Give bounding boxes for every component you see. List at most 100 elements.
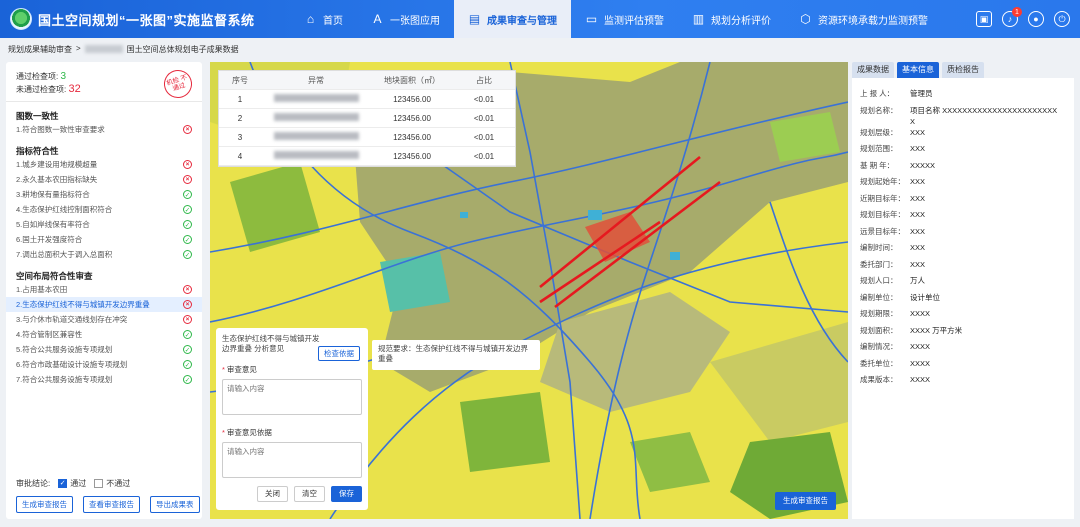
info-value: XXXX xyxy=(910,375,931,384)
check-item-label: 1.城乡建设用地规模超量 xyxy=(16,160,98,169)
info-value: XXX xyxy=(910,226,926,236)
export-results-button[interactable]: 导出成果表 xyxy=(150,496,200,513)
info-value: 项目名称 XXXXXXXXXXXXXXXXXXXXXXXX xyxy=(910,105,1058,126)
app-title: 国土空间规划“一张图”实施监督系统 xyxy=(38,12,255,28)
info-value: XXX xyxy=(910,177,926,186)
info-row: 基 期 年： XXXXX xyxy=(860,160,1066,177)
check-fail-icon: × xyxy=(183,315,192,324)
check-fail-icon: × xyxy=(183,160,192,169)
info-row: 规划范围： XXX xyxy=(860,143,1066,160)
notification-badge: 1 xyxy=(1012,7,1022,17)
info-value: XXXX xyxy=(910,309,931,318)
info-key: 规划面积： xyxy=(860,325,898,335)
info-row: 规划期限： XXXX xyxy=(860,308,1066,325)
check-item[interactable]: 3.耕地保有量指标符合 ✓ xyxy=(6,187,202,202)
bell-icon[interactable]: ♪ 1 xyxy=(1002,7,1022,27)
approval-conclusion: 审批结论: ✓ 通过 不通过 xyxy=(16,478,130,489)
nav-item-4[interactable]: ▥ 规划分析评价 xyxy=(678,0,785,38)
check-item[interactable]: 5.自如岸线保有率符合 ✓ xyxy=(6,217,202,232)
check-pass-icon: ✓ xyxy=(183,330,192,339)
nav-item-1[interactable]: A 一张图应用 xyxy=(357,0,454,38)
approval-pass-option[interactable]: ✓ 通过 xyxy=(58,478,86,489)
check-pass-icon: ✓ xyxy=(183,205,192,214)
info-value: XXXX xyxy=(910,342,931,351)
screen-icon[interactable]: ▣ xyxy=(976,11,992,27)
table-row[interactable]: 4 123456.00 <0.01 xyxy=(219,147,515,166)
checkbox-empty-icon[interactable] xyxy=(94,479,104,489)
info-tab[interactable]: 基本信息 xyxy=(897,62,939,78)
conflict-table: 序号 异常 地块面积（㎡） 占比 1 123456.00 <0.01 2 123456.… xyxy=(218,70,516,167)
nav-item-label: 规划分析评价 xyxy=(711,15,771,27)
review-opinion-input[interactable] xyxy=(222,379,362,415)
info-row: 规划人口： 万人 xyxy=(860,275,1066,292)
check-item[interactable]: 7.符合公共服务设施专项规划 ✓ xyxy=(6,372,202,387)
generate-report-button[interactable]: 生成审查报告 xyxy=(16,496,73,513)
nav-item-2[interactable]: ▤ 成果审查与管理 xyxy=(454,0,571,38)
info-key: 上 报 人： xyxy=(860,89,895,98)
power-icon[interactable]: ⏻ xyxy=(1054,11,1070,27)
save-button[interactable]: 保存 xyxy=(331,486,362,502)
check-item-label: 5.自如岸线保有率符合 xyxy=(16,220,90,229)
info-value: XXXX xyxy=(910,358,931,368)
check-basis-button[interactable]: 检查依据 xyxy=(318,346,360,361)
check-pass-icon: ✓ xyxy=(183,190,192,199)
info-value: XXX xyxy=(910,127,926,137)
table-header-row: 序号 异常 地块面积（㎡） 占比 xyxy=(219,71,515,90)
table-row[interactable]: 2 123456.00 <0.01 xyxy=(219,109,515,128)
check-item-label: 2.生态保护红线不得与城镇开发边界重叠 xyxy=(16,300,150,309)
check-item[interactable]: 1.符合图数一致性审查要求 × xyxy=(6,122,202,137)
main-nav: ⌂ 首页 A 一张图应用 ▤ 成果审查与管理 ▭ 监测评估预警 ▥ 规划分析评价 ⬡ 资源环境承载力监… xyxy=(290,0,942,38)
clear-button[interactable]: 清空 xyxy=(294,486,325,502)
table-cell: 123456.00 xyxy=(393,151,431,161)
check-pass-icon: ✓ xyxy=(183,375,192,384)
check-item[interactable]: 6.符合市政基础设计设施专项规划 ✓ xyxy=(6,357,202,372)
info-tab[interactable]: 质检报告 xyxy=(942,62,984,78)
check-item[interactable]: 4.生态保护红线控制面积符合 ✓ xyxy=(6,202,202,217)
info-tab[interactable]: 成果数据 xyxy=(852,62,894,78)
map-generate-report-button[interactable]: 生成审查报告 xyxy=(775,492,836,510)
nav-item-5[interactable]: ⬡ 资源环境承载力监测预警 xyxy=(785,0,942,38)
approval-fail-option[interactable]: 不通过 xyxy=(94,478,130,489)
check-item-label: 1.符合图数一致性审查要求 xyxy=(16,125,105,134)
nav-item-3[interactable]: ▭ 监测评估预警 xyxy=(571,0,678,38)
close-button[interactable]: 关闭 xyxy=(257,486,288,502)
info-value: 设计单位 xyxy=(910,292,940,302)
col-index: 序号 xyxy=(232,75,248,85)
breadcrumb-root[interactable]: 规划成果辅助审查 xyxy=(8,44,72,55)
info-value: XXXXX xyxy=(910,160,936,170)
info-value: 万人 xyxy=(910,276,925,285)
check-item[interactable]: 1.占用基本农田 × xyxy=(6,282,202,297)
passed-label: 通过检查项: xyxy=(16,72,59,81)
table-cell: <0.01 xyxy=(473,113,495,123)
check-item[interactable]: 2.永久基本农田指标缺失 × xyxy=(6,172,202,187)
check-item[interactable]: 7.调出总面积大于调入总面积 ✓ xyxy=(6,247,202,262)
check-item[interactable]: 2.生态保护红线不得与城镇开发边界重叠 × xyxy=(6,297,202,312)
header-actions: ▣ ♪ 1 ● ⏻ xyxy=(976,0,1070,38)
check-item[interactable]: 4.符合管制区兼容性 ✓ xyxy=(6,327,202,342)
info-row: 上 报 人： 管理员 xyxy=(860,88,1066,105)
check-fail-icon: × xyxy=(183,300,192,309)
table-cell: <0.01 xyxy=(473,132,495,142)
table-row[interactable]: 1 123456.00 <0.01 xyxy=(219,90,515,109)
user-icon[interactable]: ● xyxy=(1028,11,1044,27)
checkbox-checked-icon[interactable]: ✓ xyxy=(58,479,68,489)
map-view[interactable]: 序号 异常 地块面积（㎡） 占比 1 123456.00 <0.01 2 123456.… xyxy=(210,62,848,519)
col-ratio: 占比 xyxy=(476,75,492,85)
check-item[interactable]: 5.符合公共服务设施专项规划 ✓ xyxy=(6,342,202,357)
review-basis-input[interactable] xyxy=(222,442,362,478)
check-item-label: 4.生态保护红线控制面积符合 xyxy=(16,205,113,214)
left-actions: 生成审查报告 查看审查报告 导出成果表 xyxy=(16,496,200,513)
info-key: 规划期限： xyxy=(860,309,898,318)
info-value: XXXX 万平方米 xyxy=(910,325,963,335)
table-row[interactable]: 3 123456.00 <0.01 xyxy=(219,128,515,147)
failed-label: 未通过检查项: xyxy=(16,85,67,94)
check-item-label: 3.与介休市轨道交通线划存在冲突 xyxy=(16,315,128,324)
view-report-button[interactable]: 查看审查报告 xyxy=(83,496,140,513)
check-item[interactable]: 1.城乡建设用地规模超量 × xyxy=(6,157,202,172)
check-item[interactable]: 6.国土开发强度符合 ✓ xyxy=(6,232,202,247)
check-item[interactable]: 3.与介休市轨道交通线划存在冲突 × xyxy=(6,312,202,327)
breadcrumb-separator: > xyxy=(76,44,81,53)
check-group-title: 空间布局符合性审查 xyxy=(16,271,93,281)
nav-item-0[interactable]: ⌂ 首页 xyxy=(290,0,357,38)
table-body: 1 123456.00 <0.01 2 123456.00 <0.01 3 123456.00… xyxy=(219,90,515,166)
